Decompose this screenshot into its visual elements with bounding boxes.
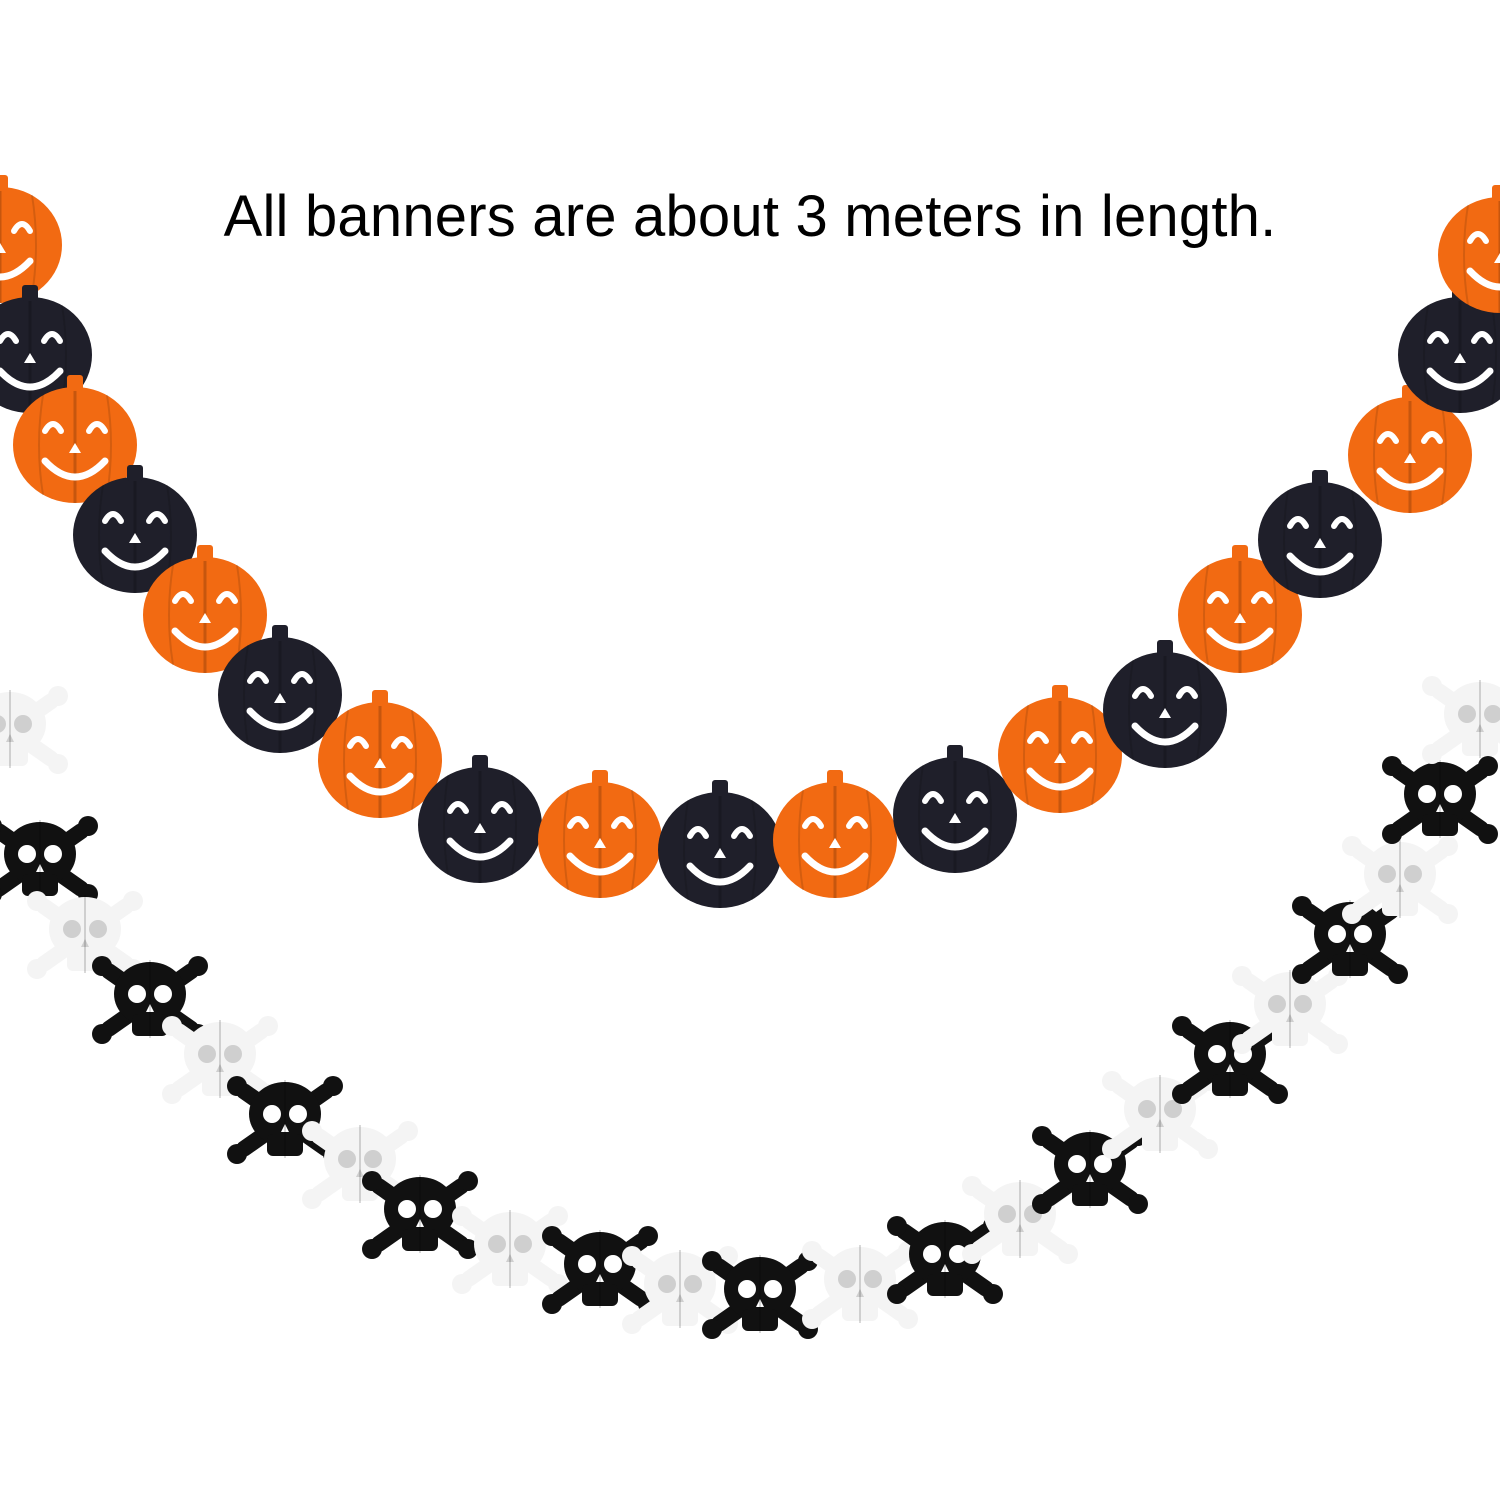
skull-crossbones xyxy=(1382,756,1498,844)
skull-crossbones xyxy=(0,686,68,774)
skull-crossbones xyxy=(1232,966,1348,1054)
skull-crossbones xyxy=(702,1251,818,1339)
pumpkin-lantern xyxy=(773,770,897,898)
skull-crossbones xyxy=(1422,676,1500,764)
skull-garland xyxy=(0,676,1500,1339)
skull-crossbones xyxy=(1342,836,1458,924)
pumpkin-lantern xyxy=(893,745,1017,873)
product-image: All banners are about 3 meters in length… xyxy=(0,0,1500,1500)
skull-crossbones xyxy=(0,816,98,904)
pumpkin-lantern xyxy=(538,770,662,898)
pumpkin-lantern xyxy=(658,780,782,908)
pumpkin-garland xyxy=(0,175,1500,908)
pumpkin-lantern xyxy=(1438,185,1500,313)
skull-crossbones xyxy=(27,891,143,979)
pumpkin-lantern xyxy=(0,175,62,303)
garland-illustration xyxy=(0,175,1500,1339)
